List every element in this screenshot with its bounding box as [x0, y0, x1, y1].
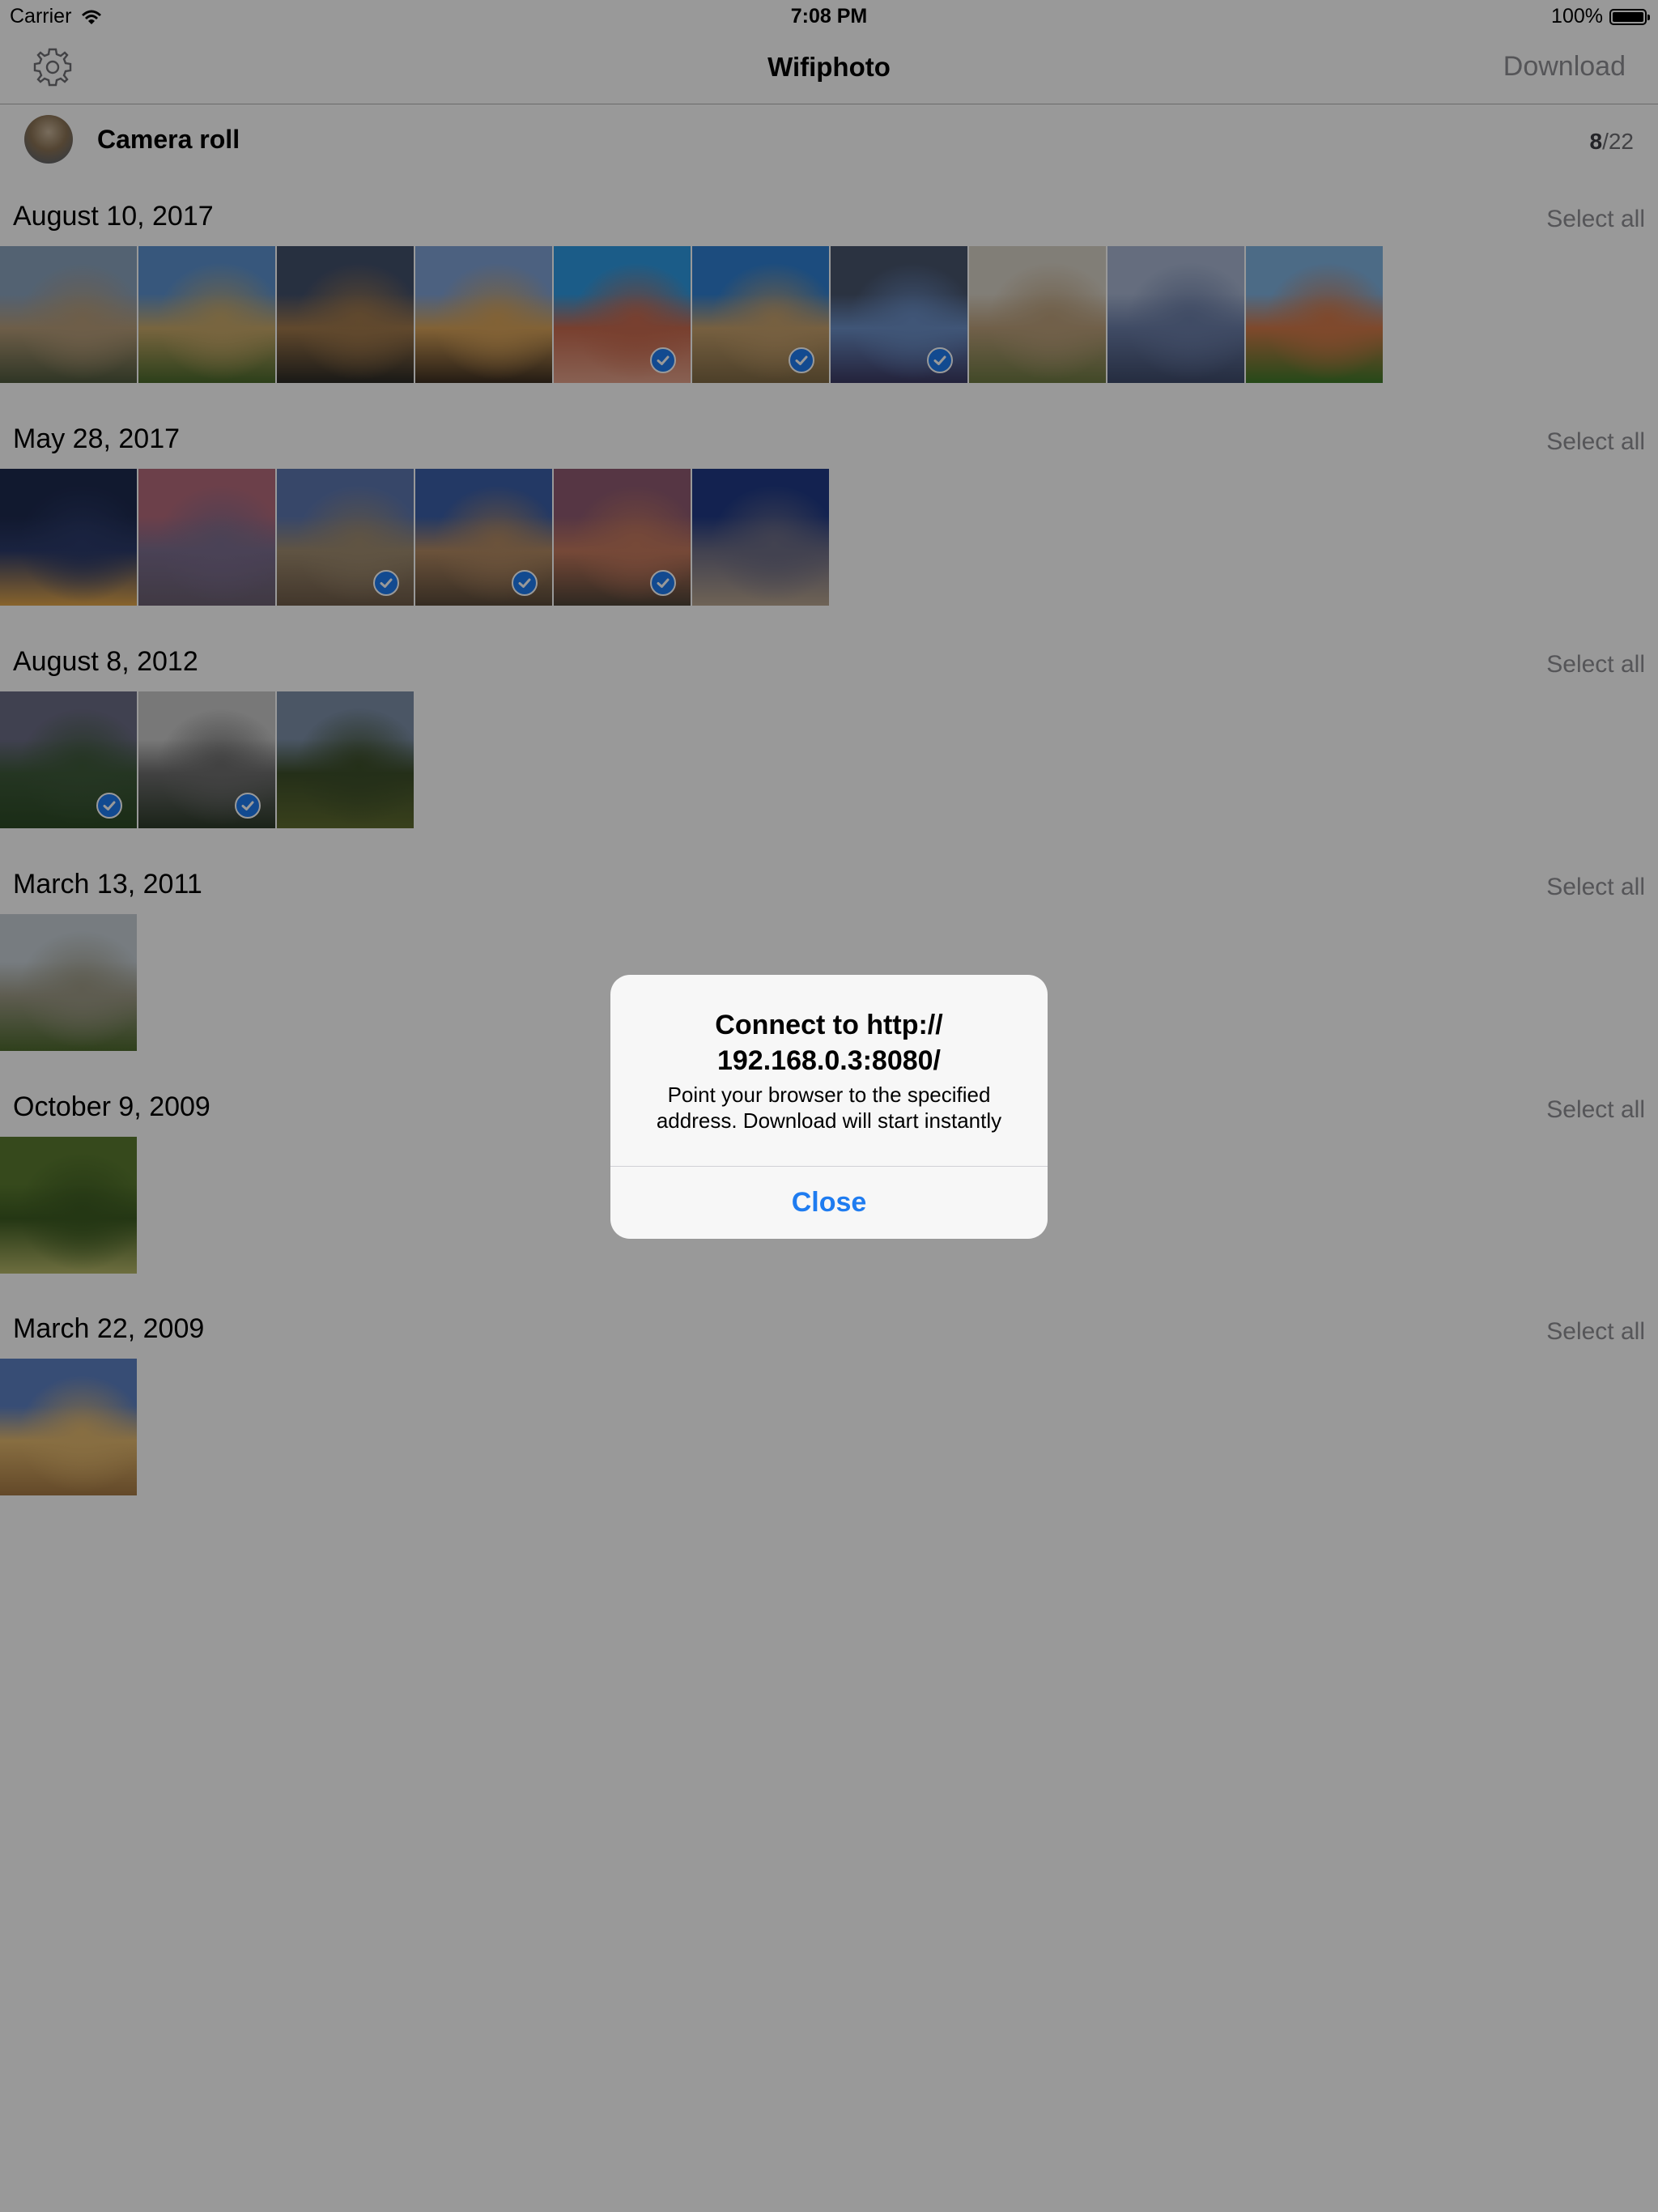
close-button[interactable]: Close [610, 1167, 1048, 1239]
alert-title: Connect to http:// 192.168.0.3:8080/ [715, 1010, 943, 1076]
connect-alert: Connect to http:// 192.168.0.3:8080/ Poi… [610, 975, 1048, 1239]
alert-message: Point your browser to the specified addr… [656, 1083, 1002, 1133]
